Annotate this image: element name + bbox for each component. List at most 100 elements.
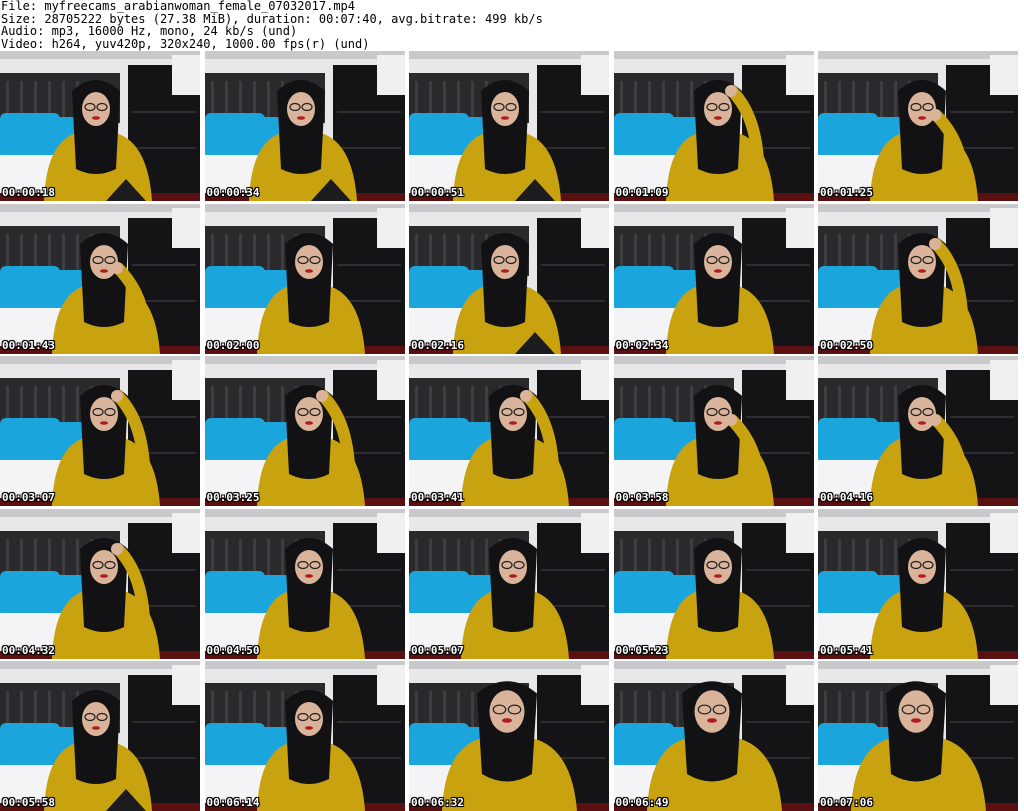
ceiling-strip [0, 508, 200, 517]
headboard-slat [457, 691, 460, 727]
hand [724, 85, 737, 97]
headboard-slat [20, 81, 23, 117]
video-thumbnail[interactable]: 00:05:23 [613, 508, 814, 659]
thumbnail-timestamp: 00:03:41 [411, 491, 464, 504]
video-thumbnail[interactable]: 00:06:14 [204, 661, 405, 811]
video-thumbnail[interactable]: 00:06:32 [409, 661, 609, 811]
video-thumbnail[interactable]: 00:00:51 [409, 51, 609, 201]
headboard-slat [62, 538, 65, 575]
ceiling-strip [204, 661, 405, 669]
video-thumbnail[interactable]: 00:01:09 [613, 51, 814, 201]
drawer-line [132, 147, 196, 149]
headboard-slat [852, 538, 855, 575]
ceiling-strip [0, 661, 200, 669]
thumbnail-scene [818, 51, 1018, 201]
lips [911, 718, 921, 723]
thumbnail-scene [0, 51, 200, 201]
thumbnail-scene [409, 51, 609, 201]
headboard-slat [20, 538, 23, 575]
video-thumbnail[interactable]: 00:01:43 [0, 203, 200, 354]
thumbnail-timestamp: 00:05:07 [411, 643, 464, 657]
video-thumbnail[interactable]: 00:04:32 [0, 508, 200, 659]
headboard-slat [880, 233, 883, 270]
video-thumbnail[interactable]: 00:05:58 [0, 661, 200, 811]
thumbnail-timestamp: 00:00:51 [411, 186, 464, 199]
headboard-slat [34, 691, 37, 727]
headboard-slat [48, 81, 51, 117]
headboard-slat [633, 691, 637, 727]
headboard-slat [880, 81, 883, 117]
video-thumbnail[interactable]: 00:00:34 [204, 51, 405, 201]
thumbnail-grid: 00:00:18 00:00:34 00:00:51 00:01:09 00:01:25… [0, 51, 1024, 811]
headboard-slat [824, 691, 827, 727]
video-thumbnail[interactable]: 00:04:50 [204, 508, 405, 659]
headboard-slat [689, 538, 693, 575]
lips [501, 268, 509, 273]
drawer-line [336, 721, 401, 723]
thumbnail-timestamp: 00:05:58 [2, 796, 55, 809]
headboard-slat [485, 386, 488, 422]
lips [713, 421, 722, 425]
video-thumbnail[interactable]: 00:01:25 [818, 51, 1018, 201]
headboard-slat [485, 538, 488, 575]
thumbnail-scene [204, 51, 405, 201]
headboard-slat [894, 386, 897, 422]
headboard-slat [689, 386, 693, 422]
headboard-slat [689, 81, 693, 117]
headboard-slat [457, 81, 460, 117]
video-thumbnail[interactable]: 00:00:18 [0, 51, 200, 201]
headboard-slat [415, 691, 418, 727]
wall-panel [785, 665, 814, 705]
video-thumbnail[interactable]: 00:07:06 [818, 661, 1018, 811]
video-thumbnail[interactable]: 00:02:34 [613, 203, 814, 354]
lips [304, 268, 313, 273]
hand [724, 414, 737, 426]
headboard-slat [647, 233, 651, 270]
video-thumbnail[interactable]: 00:03:41 [409, 356, 609, 506]
drawer-line [541, 111, 605, 113]
headboard-slat [443, 538, 446, 575]
wall-panel [990, 207, 1018, 248]
video-thumbnail[interactable]: 00:02:16 [409, 203, 609, 354]
thumbnail-scene [613, 508, 814, 659]
lips [501, 116, 509, 120]
ceiling-strip [818, 51, 1018, 59]
headboard-slat [415, 233, 418, 270]
headboard-slat [633, 386, 637, 422]
headboard-slat [429, 81, 432, 117]
headboard-slat [633, 233, 637, 270]
ceiling-strip [0, 356, 200, 364]
headboard-slat [619, 81, 623, 117]
video-thumbnail[interactable]: 00:03:25 [204, 356, 405, 506]
headboard-slat [48, 691, 51, 727]
video-thumbnail[interactable]: 00:02:00 [204, 203, 405, 354]
wall-panel [990, 665, 1018, 705]
video-thumbnail[interactable]: 00:04:16 [818, 356, 1018, 506]
headboard-slat [224, 691, 228, 727]
video-thumbnail[interactable]: 00:05:41 [818, 508, 1018, 659]
ceiling-strip [613, 661, 814, 669]
lips [100, 268, 108, 273]
drawer-line [336, 568, 401, 571]
headboard-slat [429, 538, 432, 575]
file-name-line: File: myfreecams_arabianwoman_female_070… [1, 0, 356, 13]
headboard-slat [280, 538, 284, 575]
thumbnail-timestamp: 00:04:16 [820, 491, 873, 504]
video-thumbnail[interactable]: 00:03:58 [613, 356, 814, 506]
video-thumbnail[interactable]: 00:02:50 [818, 203, 1018, 354]
lips [706, 718, 717, 723]
wall-panel [376, 360, 405, 400]
headboard-slat [852, 386, 855, 422]
drawer-line [132, 721, 196, 723]
thumbnail-timestamp: 00:00:18 [2, 186, 55, 199]
ceiling-strip [204, 508, 405, 517]
hand [520, 390, 532, 402]
video-thumbnail[interactable]: 00:03:07 [0, 356, 200, 506]
ceiling-strip [613, 356, 814, 364]
headboard-slat [880, 386, 883, 422]
wall-panel [581, 665, 609, 705]
video-thumbnail[interactable]: 00:05:07 [409, 508, 609, 659]
wall-panel [581, 512, 609, 553]
video-thumbnail[interactable]: 00:06:49 [613, 661, 814, 811]
thumbnail-timestamp: 00:02:50 [820, 338, 873, 352]
